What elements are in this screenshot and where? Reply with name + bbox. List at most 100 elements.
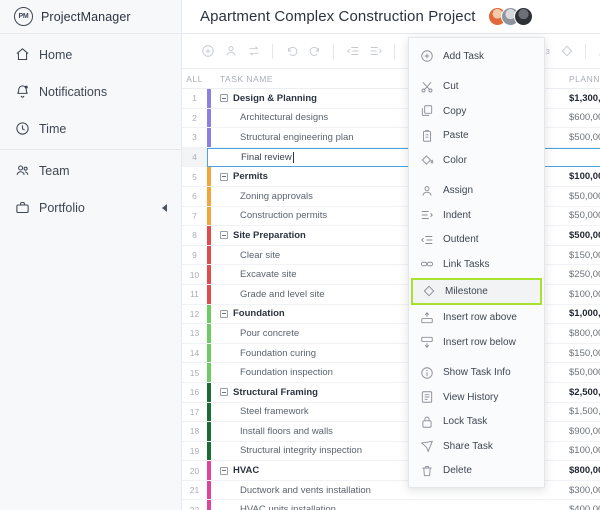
task-color-bar: [207, 284, 211, 304]
planned-cost-cell[interactable]: $300,000.00: [569, 481, 600, 500]
task-name-label: Site Preparation: [233, 229, 306, 241]
context-menu-item-share-task[interactable]: Share Task: [409, 434, 544, 459]
context-menu-item-label: Outdent: [443, 234, 479, 246]
column-header-planned-cost[interactable]: PLANNED COST: [569, 74, 600, 84]
task-color-bar: [207, 422, 211, 441]
collapse-toggle-icon[interactable]: [220, 388, 228, 397]
planned-cost-cell[interactable]: $100,000.00: [569, 442, 600, 461]
milestone-button[interactable]: [555, 40, 578, 63]
planned-cost-cell[interactable]: $1,000,000.00: [569, 305, 600, 324]
task-color-bar: [207, 402, 211, 422]
planned-cost-cell[interactable]: $600,000.00: [569, 109, 600, 128]
planned-cost-cell[interactable]: $150,000.00: [569, 246, 600, 265]
task-name-cell[interactable]: HVAC units installation: [207, 500, 569, 510]
context-menu-item-label: Show Task Info: [443, 367, 511, 379]
context-menu-item-lock-task[interactable]: Lock Task: [409, 410, 544, 435]
planned-cost-cell[interactable]: $50,000.00: [569, 187, 600, 206]
outdent-button[interactable]: [341, 40, 364, 63]
context-menu-item-indent[interactable]: Indent: [409, 203, 544, 228]
planned-cost-cell[interactable]: $1,500,000.00: [569, 403, 600, 422]
sidebar-item-notifications[interactable]: Notifications: [0, 73, 181, 110]
planned-cost-cell[interactable]: $50,000.00: [569, 207, 600, 226]
context-menu-item-color[interactable]: Color: [409, 148, 544, 173]
trash-icon: [419, 463, 434, 478]
planned-cost-cell[interactable]: $500,000.00: [569, 226, 600, 245]
planned-cost-cell[interactable]: $900,000.00: [569, 422, 600, 441]
row-number: 3: [192, 132, 197, 143]
circle-pm-logo-icon: PM: [14, 7, 33, 26]
context-menu-item-view-history[interactable]: View History: [409, 385, 544, 410]
task-name-label: Foundation inspection: [240, 367, 333, 379]
task-color-bar: [207, 167, 211, 186]
task-name-label: Grade and level site: [240, 288, 325, 300]
planned-cost-cell[interactable]: $100,000.00: [569, 167, 600, 186]
page-title: Apartment Complex Construction Project: [200, 8, 476, 25]
swap-button[interactable]: [242, 40, 265, 63]
link-icon: [419, 257, 434, 272]
people-icon: [14, 163, 30, 179]
planned-cost-cell[interactable]: $400,000.00: [569, 500, 600, 510]
context-menu-item-milestone[interactable]: Milestone: [411, 277, 542, 305]
row-number: 12: [189, 308, 200, 319]
avatar-group[interactable]: [487, 7, 533, 26]
assign-user-button[interactable]: [219, 40, 242, 63]
briefcase-icon: [14, 200, 30, 216]
redo-button[interactable]: [303, 40, 326, 63]
sidebar-item-label: Time: [39, 121, 67, 136]
collapse-toggle-icon[interactable]: [220, 172, 228, 181]
context-menu-item-label: Add Task: [443, 50, 484, 62]
row-number: 2: [192, 112, 197, 123]
planned-cost-cell[interactable]: $800,000.00: [569, 324, 600, 343]
planned-cost-cell[interactable]: $500,000.00: [569, 128, 600, 147]
task-color-bar: [207, 382, 211, 402]
row-number: 5: [192, 171, 197, 182]
context-menu-item-show-task-info[interactable]: Show Task Info: [409, 361, 544, 386]
task-name-label: Steel framework: [240, 406, 309, 418]
row-number: 17: [189, 406, 200, 417]
bell-icon: [14, 84, 30, 100]
sidebar-item-portfolio[interactable]: Portfolio: [0, 189, 181, 226]
context-menu-item-assign[interactable]: Assign: [409, 179, 544, 204]
planned-cost-cell[interactable]: $250,000.00: [569, 265, 600, 284]
context-menu-item-copy[interactable]: Copy: [409, 99, 544, 124]
toolbar-divider: [272, 43, 273, 59]
collapse-toggle-icon[interactable]: [220, 231, 228, 240]
context-menu-item-delete[interactable]: Delete: [409, 459, 544, 484]
sidebar-item-home[interactable]: Home: [0, 36, 181, 73]
indent-button[interactable]: [364, 40, 387, 63]
planned-cost-cell[interactable]: $1,300,000.00: [569, 89, 600, 108]
planned-cost-cell[interactable]: $100,000.00: [569, 285, 600, 304]
context-menu-item-outdent[interactable]: Outdent: [409, 228, 544, 253]
paint-bucket-icon: [419, 153, 434, 168]
task-name-label: Ductwork and vents installation: [240, 484, 371, 496]
planned-cost-cell[interactable]: $50,000.00: [569, 363, 600, 382]
task-color-bar: [207, 206, 211, 226]
sidebar-item-team[interactable]: Team: [0, 152, 181, 189]
cut-button[interactable]: [593, 40, 600, 63]
context-menu-item-cut[interactable]: Cut: [409, 75, 544, 100]
planned-cost-cell[interactable]: $2,500,000.00: [569, 383, 600, 402]
add-task-button[interactable]: [196, 40, 219, 63]
brand[interactable]: PM ProjectManager: [0, 0, 181, 34]
home-icon: [14, 47, 30, 63]
collapse-toggle-icon[interactable]: [220, 309, 228, 318]
sidebar-item-time[interactable]: Time: [0, 110, 181, 147]
context-menu-item-insert-row-below[interactable]: Insert row below: [409, 330, 544, 355]
table-row[interactable]: 22 HVAC units installation $400,000.00: [182, 500, 600, 510]
task-color-bar: [207, 343, 211, 363]
column-header-all[interactable]: ALL: [182, 74, 207, 84]
undo-button[interactable]: [280, 40, 303, 63]
context-menu-item-paste[interactable]: Paste: [409, 124, 544, 149]
collapse-toggle-icon[interactable]: [220, 466, 228, 475]
planned-cost-cell[interactable]: $800,000.00: [569, 461, 600, 480]
sidebar-item-label: Team: [39, 163, 70, 178]
collapse-toggle-icon[interactable]: [220, 94, 228, 103]
planned-cost-cell[interactable]: $150,000.00: [569, 344, 600, 363]
task-name-label: Construction permits: [240, 210, 328, 222]
context-menu-item-insert-row-above[interactable]: Insert row above: [409, 306, 544, 331]
avatar[interactable]: [513, 7, 533, 26]
task-name-label: Structural integrity inspection: [240, 445, 362, 457]
sidebar-collapse-arrow-icon[interactable]: [162, 203, 167, 212]
context-menu-item-add-task[interactable]: Add Task: [409, 44, 544, 69]
context-menu-item-link-tasks[interactable]: Link Tasks: [409, 252, 544, 277]
